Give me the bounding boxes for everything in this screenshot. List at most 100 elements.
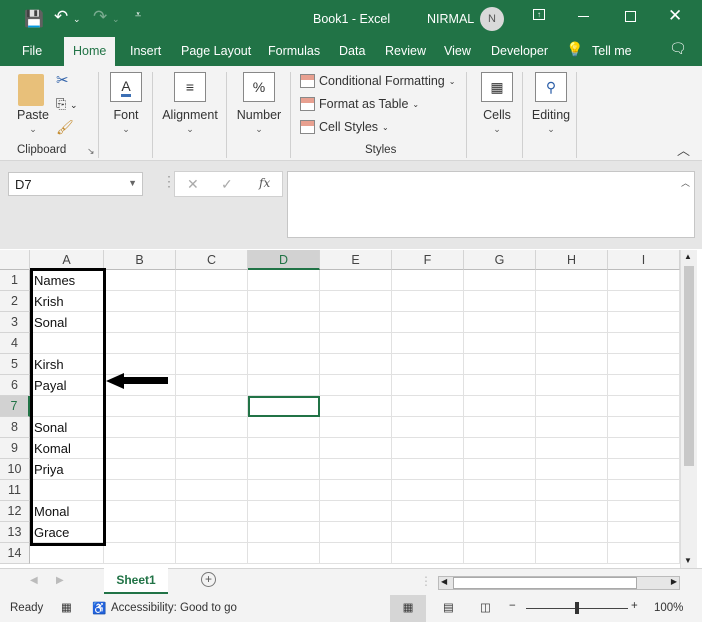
splitter-icon[interactable]: ⋮ — [420, 574, 432, 588]
cell-g7[interactable] — [464, 396, 536, 417]
comments-icon[interactable]: 🗨 — [669, 40, 687, 57]
cell-f10[interactable] — [392, 459, 464, 480]
cell-b13[interactable] — [104, 522, 176, 543]
cell-g12[interactable] — [464, 501, 536, 522]
cell-e1[interactable] — [320, 270, 392, 291]
cell-e4[interactable] — [320, 333, 392, 354]
column-header-c[interactable]: C — [176, 250, 248, 270]
cell-d11[interactable] — [248, 480, 320, 501]
avatar[interactable]: N — [480, 7, 504, 31]
cell-i6[interactable] — [608, 375, 680, 396]
active-cell[interactable] — [248, 396, 320, 417]
cell-d9[interactable] — [248, 438, 320, 459]
cell-i2[interactable] — [608, 291, 680, 312]
cell-e14[interactable] — [320, 543, 392, 564]
name-box[interactable]: D7▼ — [8, 172, 143, 196]
scroll-right-icon[interactable]: ▶ — [671, 577, 677, 586]
scroll-up-icon[interactable]: ▲ — [684, 252, 692, 261]
column-header-i[interactable]: I — [608, 250, 680, 270]
cell-f5[interactable] — [392, 354, 464, 375]
cell-d10[interactable] — [248, 459, 320, 480]
cell-a10[interactable]: Priya — [30, 459, 104, 480]
cell-i13[interactable] — [608, 522, 680, 543]
collapse-ribbon-icon[interactable]: ︿ — [677, 140, 690, 159]
cell-f2[interactable] — [392, 291, 464, 312]
macro-recording-icon[interactable]: ▦ — [61, 600, 72, 614]
cell-a6[interactable]: Payal — [30, 375, 104, 396]
cell-c3[interactable] — [176, 312, 248, 333]
chevron-down-icon[interactable]: ▼ — [128, 178, 137, 188]
cell-e7[interactable] — [320, 396, 392, 417]
copy-icon[interactable]: ⎘ ⌄ — [56, 96, 78, 112]
cell-b10[interactable] — [104, 459, 176, 480]
row-header-9[interactable]: 9 — [0, 438, 30, 459]
horizontal-scrollbar[interactable]: ◀ ▶ — [438, 576, 680, 590]
cell-styles-button[interactable]: Cell Styles⌄ — [300, 120, 389, 134]
cell-e2[interactable] — [320, 291, 392, 312]
cell-c13[interactable] — [176, 522, 248, 543]
cell-i8[interactable] — [608, 417, 680, 438]
number-button[interactable]: %Number⌄ — [233, 72, 285, 135]
tab-data[interactable]: Data — [339, 44, 365, 58]
row-header-14[interactable]: 14 — [0, 543, 30, 564]
cell-f8[interactable] — [392, 417, 464, 438]
cell-e10[interactable] — [320, 459, 392, 480]
next-sheet-icon[interactable]: ▶ — [56, 575, 64, 586]
column-header-b[interactable]: B — [104, 250, 176, 270]
close-icon[interactable]: ✕ — [668, 6, 682, 26]
alignment-button[interactable]: ≡Alignment⌄ — [158, 72, 222, 135]
cell-c4[interactable] — [176, 333, 248, 354]
column-header-d[interactable]: D — [248, 250, 320, 270]
cell-e13[interactable] — [320, 522, 392, 543]
column-header-h[interactable]: H — [536, 250, 608, 270]
paste-icon[interactable] — [18, 74, 44, 106]
cell-f13[interactable] — [392, 522, 464, 543]
cells-button[interactable]: ▦Cells⌄ — [477, 72, 517, 135]
zoom-in-button[interactable]: + — [631, 600, 638, 612]
cell-d3[interactable] — [248, 312, 320, 333]
row-header-4[interactable]: 4 — [0, 333, 30, 354]
accessibility-status[interactable]: Accessibility: Good to go — [111, 602, 237, 614]
accessibility-icon[interactable]: ♿ — [92, 601, 106, 615]
cell-a7[interactable] — [30, 396, 104, 417]
row-header-2[interactable]: 2 — [0, 291, 30, 312]
cell-c7[interactable] — [176, 396, 248, 417]
cell-g8[interactable] — [464, 417, 536, 438]
tab-page-layout[interactable]: Page Layout — [181, 44, 251, 58]
cell-c6[interactable] — [176, 375, 248, 396]
cell-f7[interactable] — [392, 396, 464, 417]
tell-me-search[interactable]: Tell me — [592, 44, 632, 58]
cell-f9[interactable] — [392, 438, 464, 459]
cell-f4[interactable] — [392, 333, 464, 354]
cell-a11[interactable] — [30, 480, 104, 501]
cell-e12[interactable] — [320, 501, 392, 522]
insert-function-icon[interactable]: fx — [259, 176, 270, 190]
row-header-13[interactable]: 13 — [0, 522, 30, 543]
zoom-slider-thumb[interactable] — [575, 602, 579, 614]
cell-a14[interactable] — [30, 543, 104, 564]
undo-icon[interactable]: ↶ ⌄ — [54, 7, 81, 27]
cell-a3[interactable]: Sonal — [30, 312, 104, 333]
cell-e5[interactable] — [320, 354, 392, 375]
format-painter-icon[interactable]: 🖌 — [56, 119, 74, 136]
cell-a5[interactable]: Kirsh — [30, 354, 104, 375]
tab-file[interactable]: File — [22, 44, 42, 58]
cell-i7[interactable] — [608, 396, 680, 417]
cell-c10[interactable] — [176, 459, 248, 480]
cell-f6[interactable] — [392, 375, 464, 396]
column-header-f[interactable]: F — [392, 250, 464, 270]
cell-i14[interactable] — [608, 543, 680, 564]
cell-d13[interactable] — [248, 522, 320, 543]
maximize-icon[interactable] — [625, 11, 636, 22]
cell-f14[interactable] — [392, 543, 464, 564]
cell-b9[interactable] — [104, 438, 176, 459]
cell-a2[interactable]: Krish — [30, 291, 104, 312]
cell-g1[interactable] — [464, 270, 536, 291]
cell-a4[interactable] — [30, 333, 104, 354]
dialog-launcher-icon[interactable]: ↘ — [87, 146, 95, 157]
row-header-12[interactable]: 12 — [0, 501, 30, 522]
row-header-10[interactable]: 10 — [0, 459, 30, 480]
column-header-a[interactable]: A — [30, 250, 104, 270]
cell-b11[interactable] — [104, 480, 176, 501]
cell-f3[interactable] — [392, 312, 464, 333]
